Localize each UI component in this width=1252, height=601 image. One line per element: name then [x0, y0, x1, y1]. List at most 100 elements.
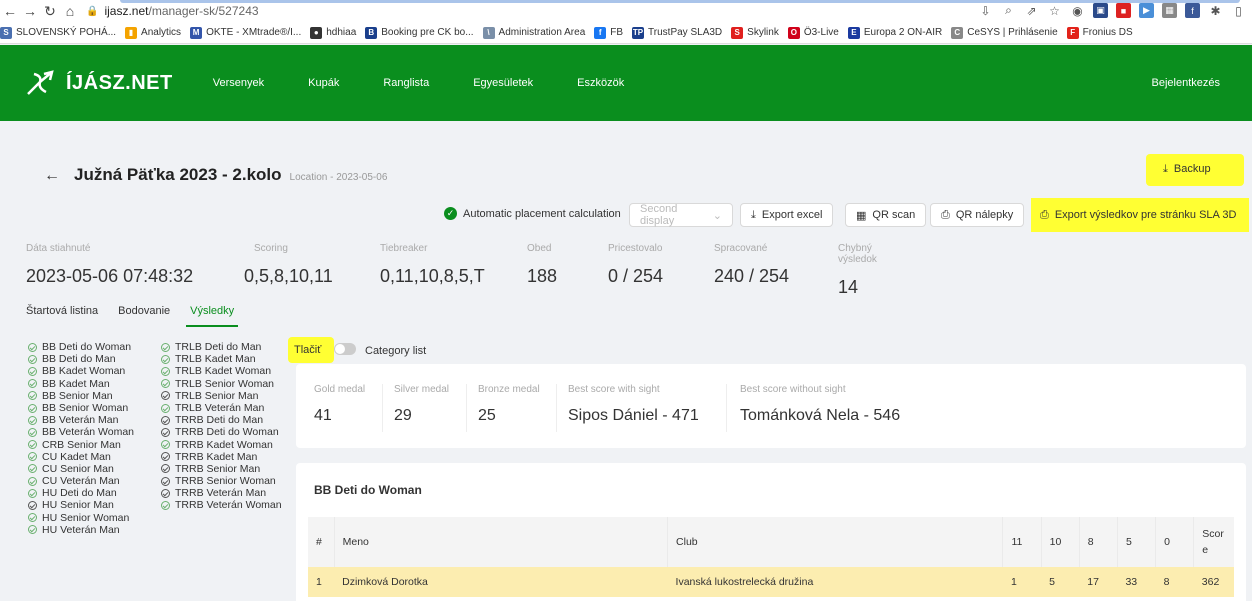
category-item[interactable]: TRRB Veterán Woman — [161, 499, 301, 511]
check-circle-icon — [28, 440, 37, 450]
bookmark-item[interactable]: S SLOVENSKÝ POHÁ... — [0, 26, 116, 39]
category-item[interactable]: CU Senior Man — [28, 463, 168, 475]
qr-scan-button[interactable]: ▦ QR scan — [845, 203, 927, 227]
qr-scan-label: QR scan — [872, 209, 916, 221]
category-item[interactable]: TRRB Senior Woman — [161, 475, 301, 487]
extension-icon[interactable]: ▦ — [1162, 3, 1177, 18]
medal-value: 25 — [478, 407, 496, 424]
backup-button[interactable]: ⤓ Backup — [1153, 157, 1221, 181]
col-name[interactable]: Meno — [334, 517, 669, 567]
bookmark-star-icon[interactable]: ☆ — [1047, 3, 1062, 18]
menu-ranglista[interactable]: Ranglista — [383, 77, 429, 89]
bookmark-favicon-icon: ● — [310, 26, 323, 39]
category-item[interactable]: TRRB Kadet Woman — [161, 439, 301, 451]
login-link[interactable]: Bejelentkezés — [1152, 77, 1221, 89]
second-display-select[interactable]: Second display ⌄ — [629, 203, 733, 227]
col-11[interactable]: 11 — [1002, 517, 1042, 567]
bookmark-item[interactable]: E Europa 2 ON-AIR — [847, 26, 942, 39]
table-row[interactable]: 1 Dzimková Dorotka Ivanská lukostrelecká… — [308, 567, 1234, 597]
col-club[interactable]: Club — [667, 517, 1004, 567]
install-icon[interactable]: ⇩ — [978, 3, 993, 18]
col-8[interactable]: 8 — [1079, 517, 1118, 567]
category-item[interactable]: CU Veterán Man — [28, 475, 168, 487]
col-0[interactable]: 0 — [1155, 517, 1195, 567]
share-icon[interactable]: ⇗ — [1024, 3, 1039, 18]
logo[interactable]: ÍJÁSZ.NET — [26, 70, 173, 96]
category-item[interactable]: BB Kadet Woman — [28, 365, 168, 377]
bookmark-item[interactable]: S Skylink — [731, 26, 779, 39]
extension-icon[interactable]: ◉ — [1070, 3, 1085, 18]
category-item[interactable]: TRLB Senior Woman — [161, 378, 301, 390]
category-item[interactable]: BB Senior Woman — [28, 402, 168, 414]
back-arrow-icon[interactable]: ← — [44, 167, 60, 185]
category-item[interactable]: BB Deti do Woman — [28, 341, 168, 353]
category-item[interactable]: TRLB Deti do Man — [161, 341, 301, 353]
export-sla-button[interactable]: ⎙ Export výsledkov pre stránku SLA 3D — [1034, 203, 1243, 227]
category-item[interactable]: TRLB Senior Man — [161, 390, 301, 402]
category-item[interactable]: HU Senior Woman — [28, 512, 168, 524]
col-score[interactable]: Score — [1193, 517, 1234, 567]
tab-scoring[interactable]: Bodovanie — [118, 305, 170, 317]
category-item[interactable]: TRLB Kadet Man — [161, 353, 301, 365]
home-icon[interactable]: ⌂ — [60, 3, 80, 19]
category-item[interactable]: BB Senior Man — [28, 390, 168, 402]
extension-icon[interactable]: f — [1185, 3, 1200, 18]
category-item[interactable]: TRLB Veterán Man — [161, 402, 301, 414]
category-item[interactable]: TRRB Veterán Man — [161, 487, 301, 499]
category-item[interactable]: TRRB Deti do Man — [161, 414, 301, 426]
bookmark-item[interactable]: F Fronius DS — [1066, 26, 1133, 39]
category-item[interactable]: HU Deti do Man — [28, 487, 168, 499]
menu-eszkozok[interactable]: Eszközök — [577, 77, 624, 89]
category-item[interactable]: BB Deti do Man — [28, 353, 168, 365]
menu-kupak[interactable]: Kupák — [308, 77, 339, 89]
category-item[interactable]: CRB Senior Man — [28, 439, 168, 451]
bookmark-label: FB — [610, 27, 624, 38]
check-circle-icon — [28, 452, 37, 462]
category-list-toggle[interactable] — [334, 343, 356, 355]
extension-icon[interactable]: ■ — [1116, 3, 1131, 18]
category-item[interactable]: TRRB Deti do Woman — [161, 426, 301, 438]
bookmark-item[interactable]: TP TrustPay SLA3D — [632, 26, 722, 39]
bookmark-item[interactable]: ● hdhiaa — [310, 26, 356, 39]
address-bar[interactable]: 🔒 ijasz.net /manager-sk/527243 — [86, 4, 259, 18]
bookmark-item[interactable]: ▮ Analytics — [125, 26, 181, 39]
category-item[interactable]: TRRB Senior Man — [161, 463, 301, 475]
col-10[interactable]: 10 — [1041, 517, 1080, 567]
side-panel-icon[interactable]: ▯ — [1231, 3, 1246, 18]
category-item[interactable]: CU Kadet Man — [28, 451, 168, 463]
forward-nav-icon[interactable]: → — [20, 3, 40, 19]
bookmark-item[interactable]: B Booking pre CK bo... — [365, 26, 474, 39]
extensions-puzzle-icon[interactable]: ✱ — [1208, 3, 1223, 18]
category-item[interactable]: HU Senior Man — [28, 499, 168, 511]
category-label: CU Veterán Man — [42, 475, 120, 488]
tab-start-list[interactable]: Štartová listina — [26, 305, 98, 317]
menu-versenyek[interactable]: Versenyek — [213, 77, 264, 89]
category-item[interactable]: BB Veterán Woman — [28, 426, 168, 438]
extension-icon[interactable]: ▣ — [1093, 3, 1108, 18]
col-5[interactable]: 5 — [1117, 517, 1157, 567]
qr-nalepky-button[interactable]: ⎙ QR nálepky — [930, 203, 1025, 227]
category-item[interactable]: BB Kadet Man — [28, 378, 168, 390]
category-label: TRLB Veterán Man — [175, 401, 265, 414]
print-button[interactable]: Tlačiť — [294, 344, 321, 356]
category-item[interactable]: HU Veterán Man — [28, 524, 168, 536]
menu-egyesuletek[interactable]: Egyesületek — [473, 77, 533, 89]
bookmark-item[interactable]: f FB — [594, 26, 624, 39]
check-circle-icon — [161, 379, 170, 389]
bookmark-item[interactable]: M OKTE - XMtrade®/I... — [190, 26, 301, 39]
category-item[interactable]: BB Veterán Man — [28, 414, 168, 426]
tab-results[interactable]: Výsledky — [186, 305, 239, 327]
medal-label: Bronze medal — [478, 384, 540, 395]
bookmark-item[interactable]: O Ö3-Live — [787, 26, 839, 39]
export-excel-button[interactable]: ⤓ Export excel — [740, 203, 834, 227]
reload-icon[interactable]: ↻ — [40, 3, 60, 20]
bookmark-item[interactable]: C CeSYS | Prihlásenie — [951, 26, 1058, 39]
bookmark-item[interactable]: \ Administration Area — [482, 26, 585, 39]
back-nav-icon[interactable]: ← — [0, 3, 20, 19]
col-rank[interactable]: # — [308, 517, 335, 567]
category-item[interactable]: TRRB Kadet Man — [161, 451, 301, 463]
extension-icon[interactable]: ▶ — [1139, 3, 1154, 18]
category-item[interactable]: TRLB Kadet Woman — [161, 365, 301, 377]
zoom-icon[interactable]: ⌕ — [1001, 3, 1016, 18]
check-circle-icon — [28, 513, 37, 523]
